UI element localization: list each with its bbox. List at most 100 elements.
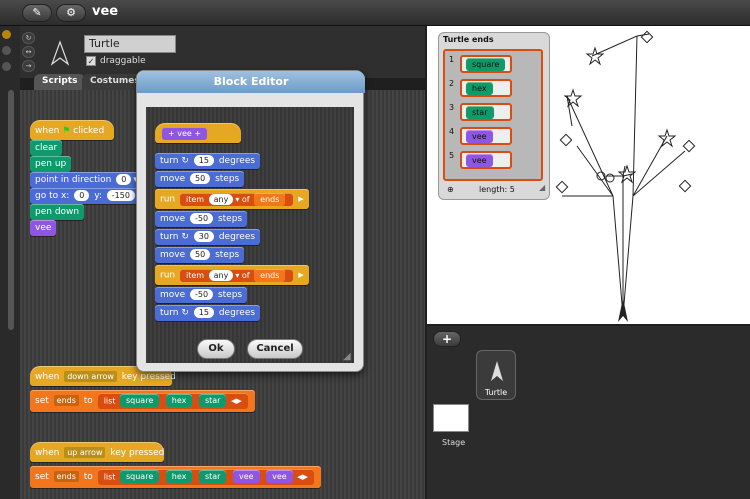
turn-block[interactable]: turn ↻ 15 degrees (155, 305, 261, 321)
file-menu-button[interactable]: ✎ (22, 4, 52, 22)
item-index: 5 (449, 151, 455, 160)
palette-category[interactable] (2, 30, 11, 39)
turtle-icon (491, 361, 503, 381)
item-block[interactable]: vee (466, 154, 493, 167)
run-block[interactable]: run item any ▾ of ends ▶ (155, 265, 309, 285)
tab-scripts[interactable]: Scripts (34, 74, 86, 90)
direction-input[interactable]: 0 (116, 174, 132, 185)
list-reporter[interactable]: list square hex star ◀▶ (97, 392, 248, 409)
degrees-input[interactable]: 30 (193, 231, 214, 242)
arrow-right-icon[interactable]: ▶ (298, 189, 303, 209)
item-cell: hex (460, 79, 512, 97)
list-item-vee[interactable]: vee (232, 470, 260, 483)
ok-button[interactable]: Ok (197, 339, 235, 359)
move-block[interactable]: move 50 steps (155, 247, 245, 263)
item-block[interactable]: hex (466, 82, 493, 95)
turn-block[interactable]: turn ↻ 15 degrees (155, 153, 261, 169)
variable-dropdown[interactable]: ends (53, 471, 79, 482)
list-item-hex[interactable]: hex (165, 394, 193, 407)
arrow-right-icon[interactable]: ▶ (298, 265, 303, 285)
list-item-square[interactable]: square (119, 394, 160, 407)
block-label: set (35, 472, 49, 482)
pen-up-block[interactable]: pen up (30, 156, 72, 172)
custom-block-prototype[interactable]: + vee + (155, 123, 241, 143)
block-label: list (103, 396, 116, 405)
index-input[interactable]: any (208, 269, 234, 281)
chevron-down-icon[interactable]: ▾ (235, 271, 239, 280)
item-block[interactable]: square (466, 58, 506, 71)
chevron-down-icon[interactable]: ▾ (235, 195, 239, 204)
resize-handle-icon[interactable]: ◢ (343, 351, 351, 362)
y-input[interactable]: -150 (106, 190, 135, 201)
ends-variable[interactable]: ends (254, 192, 286, 206)
list-item-hex[interactable]: hex (165, 470, 193, 483)
vee-prototype[interactable]: + vee + (162, 127, 208, 140)
move-block[interactable]: move -50 steps (155, 287, 248, 303)
key-dropdown[interactable]: down arrow (64, 371, 117, 382)
watcher-list: 1 square 2 hex 3 star 4 vee 5 vee (443, 49, 543, 181)
stage-thumbnail[interactable] (433, 404, 469, 432)
vee-block[interactable]: vee (30, 220, 57, 236)
rotate-none-button[interactable]: → (22, 60, 35, 72)
item-block[interactable]: vee (466, 130, 493, 143)
variable-dropdown[interactable]: ends (53, 395, 79, 406)
list-watcher[interactable]: Turtle ends 1 square 2 hex 3 star 4 vee … (438, 32, 550, 200)
pen-down-block[interactable]: pen down (30, 204, 85, 220)
block-label: move (160, 214, 186, 224)
steps-input[interactable]: -50 (190, 289, 214, 300)
item-of-reporter[interactable]: item any ▾ of ends (179, 268, 294, 282)
item-of-reporter[interactable]: item any ▾ of ends (179, 192, 294, 206)
block-label: y: (94, 191, 102, 201)
palette-scrollbar[interactable] (8, 90, 14, 330)
list-length: length: 5 (479, 185, 515, 194)
when-flag-clicked-block[interactable]: when ⚑ clicked (30, 120, 114, 140)
list-item: 4 vee (449, 127, 512, 145)
steps-input[interactable]: 50 (190, 173, 211, 184)
index-input[interactable]: any (208, 193, 234, 205)
item-block[interactable]: star (466, 106, 494, 119)
rotate-flip-button[interactable]: ↔ (22, 46, 35, 58)
resize-handle-icon[interactable]: ◢ (539, 183, 545, 192)
list-item-star[interactable]: star (198, 470, 227, 483)
set-ends-block[interactable]: set ends to list square hex star vee vee… (30, 466, 322, 488)
palette-category[interactable] (2, 62, 11, 71)
draggable-checkbox[interactable]: ✓ (86, 56, 96, 66)
when-key-pressed-block[interactable]: when up arrow key pressed (30, 442, 164, 462)
sprite-thumbnail-turtle[interactable]: Turtle (476, 350, 516, 400)
list-item-vee[interactable]: vee (266, 470, 293, 483)
sprite-name-input[interactable]: Turtle (84, 35, 176, 53)
key-dropdown[interactable]: up arrow (64, 447, 106, 458)
cancel-button[interactable]: Cancel (247, 339, 303, 359)
run-block[interactable]: run item any ▾ of ends ▶ (155, 189, 309, 209)
add-item-icon[interactable]: ⊕ (447, 185, 454, 194)
list-item-star[interactable]: star (198, 394, 227, 407)
add-sprite-button[interactable]: + (433, 331, 461, 347)
list-arrows-icon[interactable]: ◀▶ (231, 393, 242, 409)
settings-button[interactable]: ⚙ (56, 4, 86, 22)
dialog-title[interactable]: Block Editor (137, 71, 365, 93)
steps-input[interactable]: 50 (190, 249, 211, 260)
block-label: run (160, 194, 176, 205)
go-to-xy-block[interactable]: go to x: 0 y: -150 (30, 188, 142, 204)
list-arrows-icon[interactable]: ◀▶ (297, 469, 308, 485)
degrees-input[interactable]: 15 (193, 307, 214, 318)
list-item: 1 square (449, 55, 512, 73)
block-label: list (103, 472, 116, 481)
point-direction-block[interactable]: point in direction 0▾ (30, 172, 143, 188)
x-input[interactable]: 0 (74, 190, 90, 201)
move-block[interactable]: move 50 steps (155, 171, 245, 187)
block-label: of (241, 194, 250, 204)
steps-input[interactable]: -50 (190, 213, 214, 224)
clear-block[interactable]: clear (30, 140, 63, 156)
turn-block[interactable]: turn ↻ 30 degrees (155, 229, 261, 245)
palette-category[interactable] (2, 46, 11, 55)
rotate-free-button[interactable]: ↻ (22, 32, 35, 44)
list-item-square[interactable]: square (119, 470, 160, 483)
ends-variable[interactable]: ends (254, 268, 286, 282)
list-reporter[interactable]: list square hex star vee vee ◀▶ (97, 468, 315, 485)
move-block[interactable]: move -50 steps (155, 211, 248, 227)
block-label: steps (217, 290, 243, 300)
set-ends-block[interactable]: set ends to list square hex star ◀▶ (30, 390, 255, 412)
degrees-input[interactable]: 15 (193, 155, 214, 166)
block-label: move (160, 174, 186, 184)
